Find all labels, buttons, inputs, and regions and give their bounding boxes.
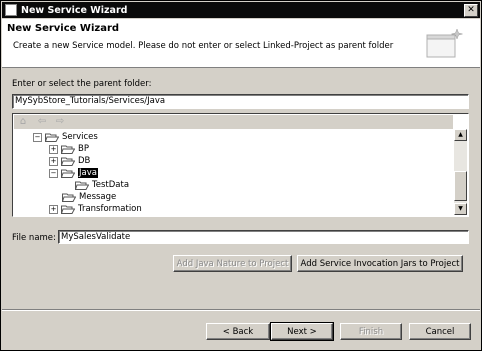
scroll-up-arrow-icon[interactable]: ▲ [454,129,467,141]
header-description: Create a new Service model. Please do no… [13,41,394,51]
parent-folder-input[interactable]: MySybStore_Tutorials/Services/Java [12,94,469,109]
tree-item-db[interactable]: + DB [49,155,90,167]
scroll-thumb[interactable] [454,171,467,201]
parent-folder-label: Enter or select the parent folder: [12,79,152,89]
folder-icon [62,193,76,202]
wizard-header: New Service Wizard Create a new Service … [2,19,480,68]
finish-button[interactable]: Finish [340,323,402,340]
tree-item-label: Transformation [78,204,142,214]
tree-item-java[interactable]: − Java [49,167,98,179]
title-bar[interactable]: New Service Wizard ✕ [2,2,480,18]
folder-icon [61,157,75,166]
collapse-icon[interactable]: − [49,168,58,178]
expand-icon[interactable]: + [49,204,58,214]
scroll-down-arrow-icon[interactable]: ▼ [454,203,467,215]
tree-item-label: TestData [92,180,130,190]
tree-item-label: BP [78,144,89,154]
tree-item-label-selected: Java [78,168,98,178]
next-button[interactable]: Next > [270,322,334,341]
collapse-icon[interactable]: − [33,132,42,142]
tree-item-bp[interactable]: + BP [49,143,89,155]
back-button[interactable]: < Back [206,323,270,340]
close-button[interactable]: ✕ [464,4,478,17]
tree-item-label: Services [62,132,98,142]
forward-arrow-icon[interactable]: ⇨ [54,116,66,128]
wizard-banner-icon [426,28,463,58]
window-title: New Service Wizard [21,4,128,16]
expand-icon[interactable]: + [49,144,58,154]
expand-icon[interactable]: + [49,156,58,166]
add-java-nature-button[interactable]: Add Java Nature to Project [173,255,292,272]
open-folder-icon [45,133,59,142]
tree-item-label: DB [78,156,91,166]
folder-icon [61,145,75,154]
wizard-window: New Service Wizard ✕ New Service Wizard … [0,0,482,351]
file-name-label: File name: [12,233,56,243]
folder-icon [75,181,89,190]
header-title: New Service Wizard [7,23,120,34]
home-icon[interactable]: ⌂ [17,116,29,128]
cancel-button[interactable]: Cancel [409,323,471,340]
tree-item-label: Message [79,192,117,202]
tree-scrollbar[interactable]: ▲ ▼ [454,129,467,215]
tree-item-testdata[interactable]: TestData [75,179,129,191]
tree-item-message[interactable]: Message [62,191,116,203]
footer-separator [2,309,480,311]
window-icon [5,4,17,16]
tree-toolbar: ⌂ ⇦ ⇨ [14,115,453,130]
tree-item-transformation[interactable]: + Transformation [49,203,142,215]
open-folder-icon [61,169,75,178]
tree-item-services[interactable]: − Services [33,131,98,143]
back-arrow-icon[interactable]: ⇦ [36,116,48,128]
file-name-input[interactable]: MySalesValidate [58,230,469,244]
folder-tree[interactable]: ⌂ ⇦ ⇨ − Services + BP + DB − Java TestDa… [12,113,469,217]
folder-icon [61,205,75,214]
add-service-jars-button[interactable]: Add Service Invocation Jars to Project [297,255,463,272]
